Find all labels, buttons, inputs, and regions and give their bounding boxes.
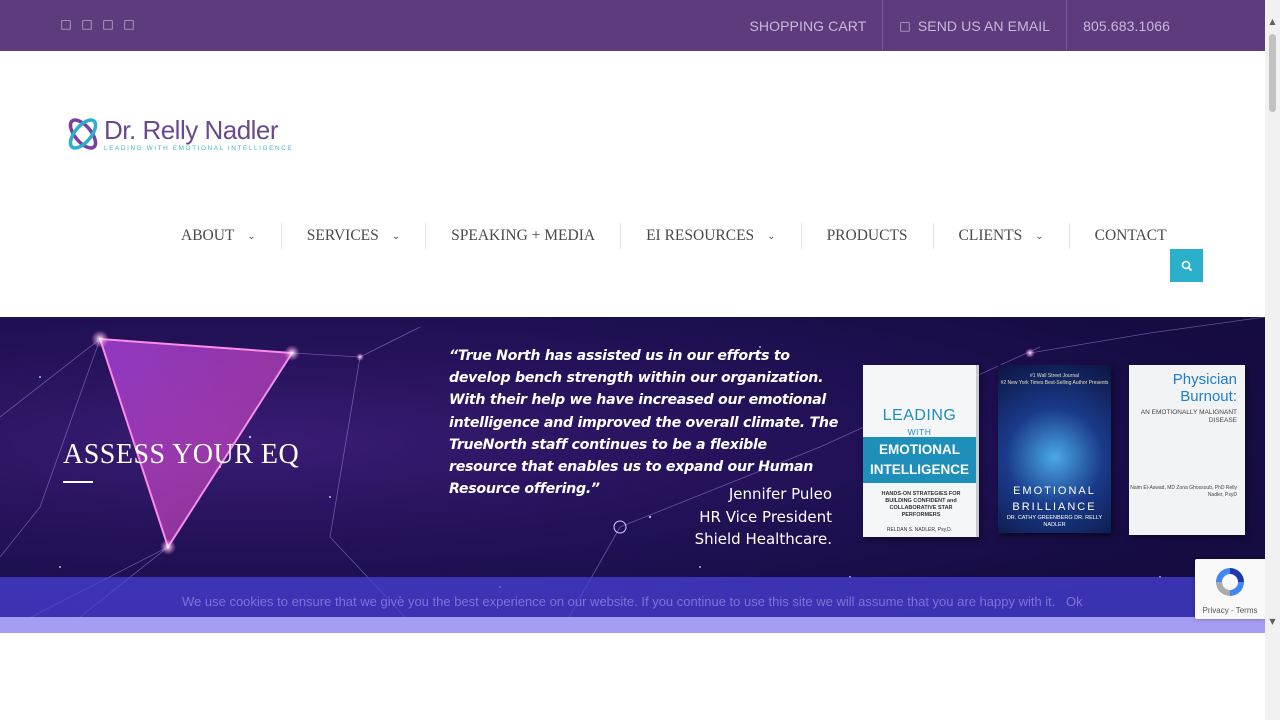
page-scrollbar[interactable]: ▲ ▼ <box>1265 0 1280 720</box>
cookie-ok-button[interactable]: Ok <box>1066 594 1083 609</box>
attribution-name: Jennifer Puleo <box>728 485 832 503</box>
nav-item-contact[interactable]: CONTACT <box>1068 223 1192 249</box>
send-email-link[interactable]: □ SEND US AN EMAIL <box>882 0 1066 51</box>
scroll-up-icon[interactable]: ▲ <box>1265 17 1280 31</box>
phone-link[interactable]: 805.683.1066 <box>1066 0 1186 51</box>
book-topline: #1 Wall Street Journal #2 New York Times… <box>998 373 1111 386</box>
nav-item-services[interactable]: SERVICES ⌄ <box>280 223 425 249</box>
book-author: RELDAN S. NADLER, Psy.D. <box>886 527 953 533</box>
chevron-down-icon: ⌄ <box>1035 230 1044 242</box>
recaptcha-icon <box>1216 568 1244 596</box>
chevron-down-icon: ⌄ <box>767 230 776 242</box>
youtube-icon[interactable]: □ <box>123 16 135 32</box>
send-email-label: SEND US AN EMAIL <box>917 17 1051 34</box>
logo-text: Dr. Relly Nadler LEADING WITH EMOTIONAL … <box>104 117 293 152</box>
nav-item-products[interactable]: PRODUCTS <box>800 223 933 249</box>
logo-name: Dr. Relly Nadler <box>104 114 279 145</box>
book-title-main: EMOTIONAL INTELLIGENCE <box>863 437 976 483</box>
recaptcha-badge[interactable]: Privacy - Terms <box>1195 559 1265 619</box>
nav-label: CONTACT <box>1094 227 1167 244</box>
linkedin-icon[interactable]: □ <box>102 16 114 32</box>
book-authors: Naim El-Aswad, MD Zona Ghossoub, PhD Rel… <box>1130 485 1237 498</box>
attribution-company: Shield Healthcare. <box>694 530 832 548</box>
twitter-icon[interactable]: □ <box>81 16 93 32</box>
envelope-icon: □ <box>899 18 911 33</box>
logo-mark-icon <box>68 118 98 150</box>
nav-item-about[interactable]: ABOUT ⌄ <box>156 223 281 249</box>
book-subtitle: HANDS-ON STRATEGIES FOR BUILDING CONFIDE… <box>881 491 961 518</box>
site-logo[interactable]: Dr. Relly Nadler LEADING WITH EMOTIONAL … <box>64 112 294 156</box>
nav-label: SERVICES <box>306 227 379 244</box>
book-leading-with-ei[interactable]: LEADING WITH EMOTIONAL INTELLIGENCE HAND… <box>863 365 979 537</box>
book-title-2: Burnout: <box>1180 388 1237 405</box>
book-authors: DR. CATHY GREENBERG DR. RELLY NADLER <box>1006 515 1103 528</box>
testimonial-attribution: Jennifer Puleo HR Vice President Shield … <box>695 483 832 551</box>
scroll-down-icon[interactable]: ▼ <box>1265 617 1280 631</box>
search-icon <box>1181 260 1192 271</box>
heading-underline <box>63 481 93 483</box>
social-links: □ □ □ □ <box>60 16 135 32</box>
book-title: EMOTIONAL BRILLIANCE <box>1012 485 1097 513</box>
top-links: SHOPPING CART □ SEND US AN EMAIL 805.683.… <box>733 0 1186 51</box>
book-subtitle: AN EMOTIONALLY MALIGNANT DISEASE <box>1140 409 1237 424</box>
testimonial-quote: “True North has assisted us in our effor… <box>449 348 839 498</box>
chevron-down-icon: ⌄ <box>391 230 401 242</box>
search-button[interactable] <box>1170 249 1203 282</box>
nav-label: SPEAKING + MEDIA <box>451 227 596 244</box>
shopping-cart-label: SHOPPING CART <box>749 17 867 34</box>
cookie-notice: We use cookies to ensure that we give yo… <box>0 577 1265 633</box>
cookie-bottom-strip <box>0 617 1265 633</box>
nav-label: PRODUCTS <box>826 227 908 244</box>
cookie-message: We use cookies to ensure that we give yo… <box>182 594 1056 609</box>
chevron-down-icon: ⌄ <box>247 230 256 242</box>
book-physician-burnout[interactable]: Physician Burnout: AN EMOTIONALLY MALIGN… <box>1129 365 1245 535</box>
scrollbar-thumb[interactable] <box>1269 34 1276 112</box>
main-nav: ABOUT ⌄ SERVICES ⌄ SPEAKING + MEDIA EI RES… <box>156 222 1192 250</box>
book-topline-2: #2 New York Times Best-Selling Author Pr… <box>1000 379 1109 386</box>
facebook-icon[interactable]: □ <box>60 16 72 32</box>
nav-item-clients[interactable]: CLIENTS ⌄ <box>932 223 1069 249</box>
logo-tagline: LEADING WITH EMOTIONAL INTELLIGENCE <box>104 144 294 152</box>
book-title: Physician Burnout: <box>1173 371 1237 405</box>
nav-label: ABOUT <box>181 227 235 244</box>
recaptcha-links[interactable]: Privacy - Terms <box>1195 606 1265 615</box>
shopping-cart-link[interactable]: SHOPPING CART <box>733 0 882 51</box>
phone-number: 805.683.1066 <box>1083 17 1170 34</box>
book-emotional-brilliance[interactable]: #1 Wall Street Journal #2 New York Times… <box>998 365 1111 533</box>
nav-label: EI RESOURCES <box>646 227 755 244</box>
nav-label: CLIENTS <box>958 227 1023 244</box>
nav-item-ei-resources[interactable]: EI RESOURCES ⌄ <box>620 223 800 249</box>
top-bar: □ □ □ □ SHOPPING CART □ SEND US AN EMAIL … <box>0 0 1265 51</box>
book-title-mid: WITH <box>907 427 932 437</box>
book-title-top: LEADING <box>882 407 957 424</box>
attribution-title: HR Vice President <box>699 507 832 526</box>
nav-item-speaking-media[interactable]: SPEAKING + MEDIA <box>425 223 620 249</box>
book-title-1: Physician <box>1172 371 1237 388</box>
assess-eq-heading[interactable]: ASSESS YOUR EQ <box>63 439 299 471</box>
